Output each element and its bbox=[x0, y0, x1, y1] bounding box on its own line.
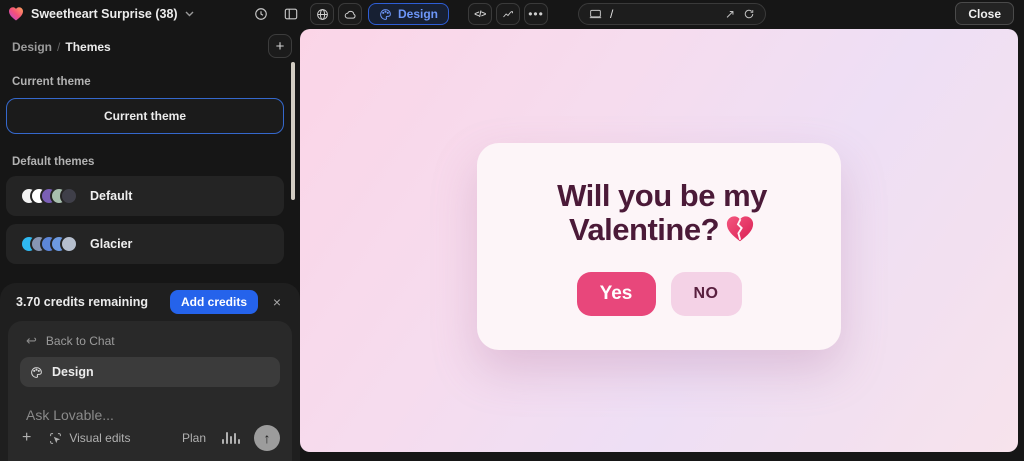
broken-heart-icon bbox=[725, 214, 755, 244]
attach-plus-icon[interactable]: + bbox=[22, 429, 31, 447]
plan-button[interactable]: Plan bbox=[182, 431, 206, 445]
palette-icon bbox=[31, 366, 42, 378]
design-sidebar: Design / Themes + Current theme Current … bbox=[0, 28, 300, 461]
credits-remaining-text: 3.70 credits remaining bbox=[16, 295, 149, 309]
visual-edits-icon bbox=[50, 432, 62, 444]
theme-row-default[interactable]: Default bbox=[6, 176, 284, 216]
url-bar[interactable]: / ↗ bbox=[578, 3, 766, 25]
default-themes-section-label: Default themes bbox=[12, 156, 95, 168]
return-arrow-icon: ↩ bbox=[26, 333, 37, 348]
chat-actions-row: + Visual edits Plan ↑ bbox=[22, 425, 280, 451]
valentine-buttons: Yes NO bbox=[497, 272, 821, 317]
refresh-icon[interactable] bbox=[743, 8, 755, 20]
visual-edits-button[interactable]: Visual edits bbox=[49, 431, 131, 445]
add-theme-button[interactable]: + bbox=[268, 34, 292, 58]
close-credits-icon[interactable]: × bbox=[266, 291, 288, 313]
panel-left-icon[interactable] bbox=[280, 3, 302, 25]
chat-input-panel: ↩ Back to Chat Design Ask Lovable... + V… bbox=[8, 321, 292, 461]
add-credits-button[interactable]: Add credits bbox=[169, 290, 258, 314]
sidebar-scrollbar[interactable] bbox=[291, 62, 295, 200]
send-button[interactable]: ↑ bbox=[254, 425, 280, 451]
topbar: Sweetheart Surprise (38) Design </> ••• … bbox=[0, 0, 1024, 28]
more-options-icon[interactable]: ••• bbox=[524, 3, 549, 25]
design-button-label: Design bbox=[398, 7, 439, 21]
chat-mode-design[interactable]: Design bbox=[20, 357, 280, 387]
yes-button[interactable]: Yes bbox=[576, 272, 656, 317]
project-menu[interactable]: Sweetheart Surprise (38) bbox=[8, 0, 194, 28]
breadcrumb-themes: Themes bbox=[65, 40, 111, 54]
theme-color-dots bbox=[20, 187, 78, 205]
app-preview: Will you be my Valentine? Yes NO bbox=[300, 29, 1018, 452]
credits-banner: 3.70 credits remaining Add credits × bbox=[0, 283, 300, 321]
device-icon bbox=[589, 9, 602, 19]
theme-color-dots bbox=[20, 235, 78, 253]
chat-text-input[interactable]: Ask Lovable... bbox=[20, 407, 280, 423]
url-path: / bbox=[610, 7, 614, 21]
app-window: Sweetheart Surprise (38) Design </> ••• … bbox=[0, 0, 1024, 461]
current-theme-button[interactable]: Current theme bbox=[6, 98, 284, 134]
valentine-card: Will you be my Valentine? Yes NO bbox=[477, 142, 841, 351]
cloud-icon[interactable] bbox=[338, 3, 362, 25]
theme-row-glacier[interactable]: Glacier bbox=[6, 224, 284, 264]
valentine-heading: Will you be my Valentine? bbox=[557, 177, 767, 247]
lovable-logo-icon bbox=[9, 7, 23, 21]
project-title: Sweetheart Surprise (38) bbox=[31, 7, 178, 21]
breadcrumb-design[interactable]: Design bbox=[12, 40, 52, 54]
current-theme-section-label: Current theme bbox=[12, 76, 91, 88]
open-external-icon[interactable]: ↗ bbox=[725, 7, 735, 21]
breadcrumb: Design / Themes bbox=[12, 40, 111, 54]
design-mode-button[interactable]: Design bbox=[368, 3, 450, 25]
globe-icon[interactable] bbox=[310, 3, 334, 25]
arrow-up-icon: ↑ bbox=[263, 430, 271, 446]
history-icon[interactable] bbox=[250, 3, 272, 25]
palette-icon bbox=[380, 8, 391, 20]
chevron-down-icon bbox=[185, 11, 194, 17]
no-button[interactable]: NO bbox=[670, 272, 742, 317]
back-to-chat-button[interactable]: ↩ Back to Chat bbox=[20, 333, 280, 349]
voice-waveform-icon[interactable] bbox=[222, 432, 240, 444]
credits-chat-panel: 3.70 credits remaining Add credits × ↩ B… bbox=[0, 283, 300, 461]
close-button[interactable]: Close bbox=[955, 2, 1014, 25]
code-icon[interactable]: </> bbox=[468, 3, 493, 25]
chart-icon[interactable] bbox=[496, 3, 521, 25]
